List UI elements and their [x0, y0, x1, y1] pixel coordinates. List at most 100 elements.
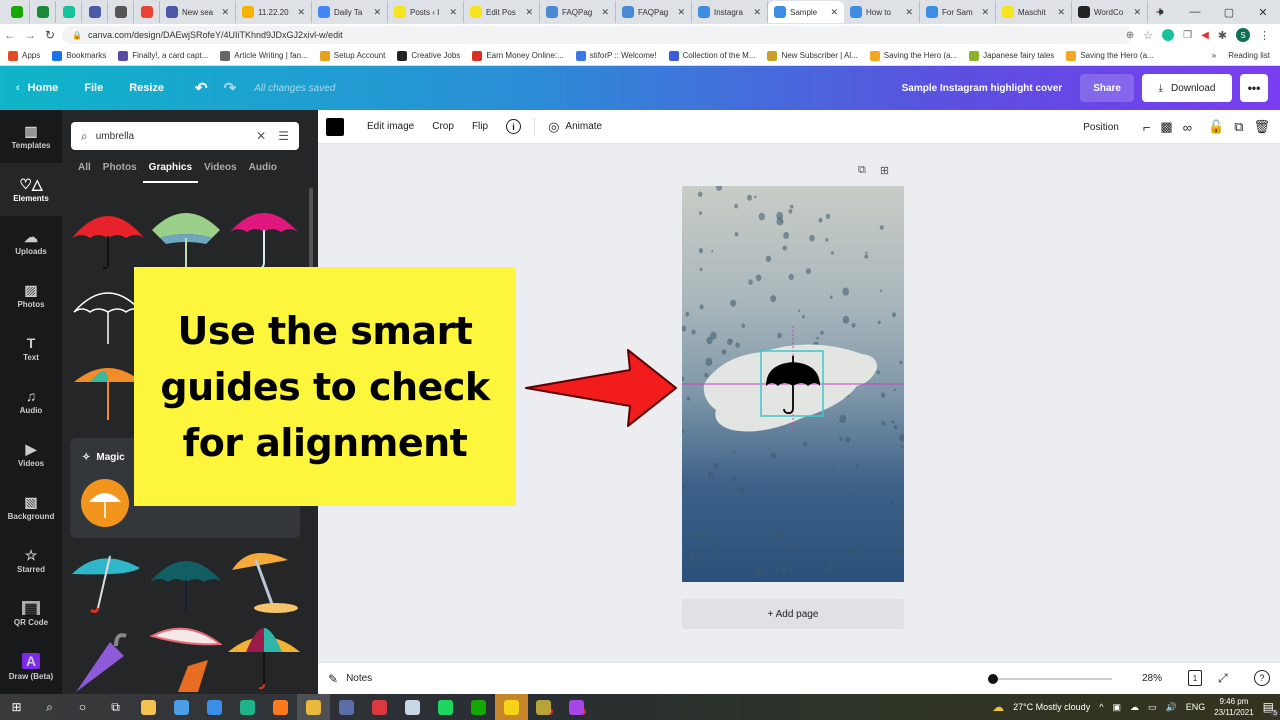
- graphic-purple-closed-umbrella[interactable]: [70, 622, 146, 694]
- graphic-red-umbrella[interactable]: [70, 200, 146, 272]
- browser-tab[interactable]: Daily Ta ✕: [312, 1, 388, 23]
- taskbar-upwork[interactable]: [462, 694, 495, 720]
- link-icon[interactable]: ∞: [1183, 120, 1192, 135]
- close-tab-icon[interactable]: ✕: [221, 7, 229, 18]
- volume-icon[interactable]: 🔊: [1165, 702, 1176, 713]
- close-tab-icon[interactable]: ✕: [981, 7, 989, 18]
- close-tab-icon[interactable]: ✕: [525, 7, 533, 18]
- graphic-dark-teal-umbrella[interactable]: [148, 546, 224, 618]
- panel-tab-videos[interactable]: Videos: [198, 162, 243, 183]
- forward-icon[interactable]: →: [20, 28, 40, 42]
- rail-item-text[interactable]: T Text: [0, 322, 62, 375]
- close-tab-icon[interactable]: ✕: [1133, 7, 1141, 18]
- browser-tab[interactable]: FAQPag ✕: [540, 1, 616, 23]
- paint-roller-icon[interactable]: ⌐: [1143, 120, 1151, 135]
- browser-tab[interactable]: [4, 1, 30, 23]
- bookmark-item[interactable]: Setup Account: [319, 50, 385, 61]
- close-tab-icon[interactable]: ✕: [449, 7, 457, 18]
- megaphone-extension-icon[interactable]: ◀: [1201, 30, 1209, 41]
- bookmark-item[interactable]: Apps: [8, 50, 40, 61]
- browser-tab[interactable]: Sample ✕: [768, 1, 844, 23]
- taskbar-search[interactable]: ⌕: [33, 694, 66, 720]
- notes-button[interactable]: ✎ Notes: [328, 672, 372, 686]
- graphic-teal-umbrella[interactable]: [70, 546, 146, 618]
- browser-tab[interactable]: Maschit ✕: [996, 1, 1072, 23]
- rail-item-elements[interactable]: ♡△ Elements: [0, 163, 62, 216]
- bookmark-item[interactable]: Bookmarks: [52, 50, 106, 61]
- filter-icon[interactable]: ☰: [278, 129, 289, 143]
- share-button[interactable]: Share: [1080, 74, 1134, 102]
- design-title[interactable]: Sample Instagram highlight cover: [902, 83, 1063, 94]
- close-tab-icon[interactable]: ✕: [830, 7, 838, 18]
- graphic-beach-parasol[interactable]: [226, 546, 302, 618]
- extensions-puzzle-icon[interactable]: ✱: [1218, 29, 1227, 42]
- redo-button[interactable]: ↷: [216, 79, 245, 97]
- lock-icon[interactable]: 🔓: [1208, 119, 1224, 135]
- search-input[interactable]: ⌕ umbrella ✕ ☰: [71, 122, 299, 150]
- taskbar-chrome[interactable]: [297, 694, 330, 720]
- rail-item-background[interactable]: ▧ Background: [0, 481, 62, 534]
- bookmark-item[interactable]: New Subscriber | Al...: [767, 50, 858, 61]
- bookmark-star-icon[interactable]: ☆: [1143, 29, 1153, 42]
- transparency-icon[interactable]: ▩: [1160, 119, 1172, 135]
- graphic-pink-umbrella[interactable]: [226, 200, 302, 272]
- browser-tab[interactable]: Posts ‹ I ✕: [388, 1, 464, 23]
- browser-tab[interactable]: WordCo ✕: [1072, 1, 1148, 23]
- bookmark-item[interactable]: Creative Jobs: [397, 50, 460, 61]
- weather-text[interactable]: 27°C Mostly cloudy: [1013, 702, 1090, 712]
- panel-tab-graphics[interactable]: Graphics: [142, 162, 199, 183]
- taskbar-messenger[interactable]: 2: [561, 694, 594, 720]
- browser-tab[interactable]: [134, 1, 160, 23]
- undo-button[interactable]: ↶: [177, 79, 216, 97]
- close-tab-icon[interactable]: ✕: [1057, 7, 1065, 18]
- file-menu-button[interactable]: File: [71, 82, 116, 94]
- taskbar-spotify[interactable]: [429, 694, 462, 720]
- edit-image-button[interactable]: Edit image: [358, 121, 423, 132]
- bookmark-item[interactable]: Saving the Hero (a...: [1066, 50, 1154, 61]
- onedrive-icon[interactable]: ☁: [1130, 702, 1139, 713]
- design-page[interactable]: [682, 186, 904, 582]
- graphic-green-umbrella[interactable]: [148, 200, 224, 272]
- close-tab-icon[interactable]: ✕: [373, 7, 381, 18]
- taskbar-mail[interactable]: [198, 694, 231, 720]
- trash-icon[interactable]: 🗑: [1253, 119, 1270, 135]
- animate-button[interactable]: ◎ Animate: [539, 119, 611, 135]
- resize-button[interactable]: Resize: [116, 82, 177, 94]
- taskbar-paint[interactable]: [396, 694, 429, 720]
- taskbar-calculator[interactable]: [330, 694, 363, 720]
- bookmark-item[interactable]: Collection of the M...: [668, 50, 755, 61]
- browser-tab[interactable]: New sea ✕: [160, 1, 236, 23]
- zoom-slider-handle[interactable]: [988, 674, 998, 684]
- graphic-colorful-umbrella[interactable]: [226, 622, 302, 694]
- clock[interactable]: 9:46 pm 23/11/2021: [1214, 696, 1253, 718]
- rail-item-starred[interactable]: ☆ Starred: [0, 534, 62, 587]
- color-swatch[interactable]: [326, 117, 344, 136]
- rail-item-videos[interactable]: ▶ Videos: [0, 428, 62, 481]
- crop-button[interactable]: Crop: [423, 121, 463, 132]
- browser-tab[interactable]: FAQPag ✕: [616, 1, 692, 23]
- back-icon[interactable]: ←: [0, 28, 20, 42]
- rail-item-uploads[interactable]: ☁ Uploads: [0, 216, 62, 269]
- network-icon[interactable]: ▭: [1148, 702, 1157, 713]
- home-button[interactable]: ‹ Home: [0, 82, 71, 94]
- bookmark-item[interactable]: Saving the Hero (a...: [869, 50, 957, 61]
- position-button[interactable]: Position: [1083, 122, 1119, 133]
- notifications-button[interactable]: ▤ 5: [1263, 700, 1279, 717]
- panel-tab-audio[interactable]: Audio: [243, 162, 283, 183]
- duplicate-page-icon[interactable]: ⧉: [858, 164, 866, 177]
- graphic-orange-circle-umbrella[interactable]: [80, 478, 130, 528]
- browser-tab[interactable]: 11.22.20 ✕: [236, 1, 312, 23]
- bookmark-item[interactable]: stiforP :: Welcome!: [575, 50, 657, 61]
- bookmarks-overflow-button[interactable]: »: [1212, 51, 1216, 60]
- reload-icon[interactable]: ↻: [40, 28, 60, 42]
- browser-tab[interactable]: [82, 1, 108, 23]
- bookmark-item[interactable]: Japanese fairy tales: [969, 50, 1054, 61]
- zoom-slider[interactable]: [990, 678, 1112, 680]
- panel-tab-photos[interactable]: Photos: [97, 162, 143, 183]
- browser-tab[interactable]: Edit Pos ✕: [464, 1, 540, 23]
- browser-tab[interactable]: Instagra ✕: [692, 1, 768, 23]
- taskbar-task-view[interactable]: ⧉: [99, 694, 132, 720]
- fullscreen-icon[interactable]: ⤢: [1218, 671, 1228, 686]
- browser-tab[interactable]: How to ✕: [844, 1, 920, 23]
- taskbar-cortana[interactable]: ○: [66, 694, 99, 720]
